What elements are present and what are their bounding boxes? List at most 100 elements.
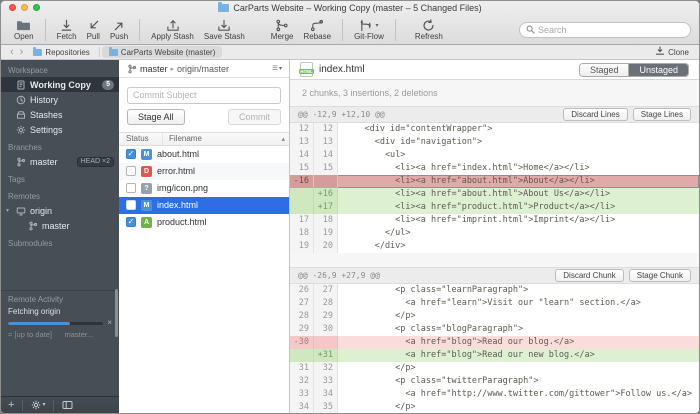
git-flow-button[interactable]: ▾ Git-Flow	[349, 16, 389, 44]
sidebar-item-label: master	[30, 157, 73, 167]
close-window-button[interactable]	[9, 4, 16, 11]
stage-chunk-button[interactable]: Stage Lines	[633, 108, 691, 121]
diff-row[interactable]: 1313 <div id="navigation">	[290, 136, 699, 149]
actions-gear-button[interactable]: ▾	[31, 400, 45, 411]
sidebar-item-master[interactable]: master	[1, 218, 119, 233]
diff-row[interactable]: 1515 <li><a href="index.html">Home</a></…	[290, 162, 699, 175]
file-row-img-icon-png[interactable]: ?img/icon.png	[119, 180, 289, 197]
filename-column-header[interactable]: Filename	[163, 134, 281, 143]
diff-row[interactable]: 1920 </div>	[290, 240, 699, 253]
diff-row[interactable]: -30 <a href="blog">Read our blog.</a>	[290, 336, 699, 349]
disclosure-triangle-icon[interactable]: ▾	[6, 207, 9, 214]
diff-row[interactable]: 1212 <div id="contentWrapper">	[290, 123, 699, 136]
search-input[interactable]	[538, 25, 684, 35]
push-button[interactable]: Push	[105, 16, 133, 44]
new-line-number: 30	[314, 323, 338, 336]
rebase-button[interactable]: Rebase	[298, 16, 336, 44]
diff-row[interactable]: 3233 <p class="twitterParagraph">	[290, 375, 699, 388]
old-line-number: 29	[290, 323, 314, 336]
sidebar-scrollbar[interactable]	[115, 289, 118, 337]
breadcrumb-repositories-label: Repositories	[45, 48, 89, 57]
stage-checkbox[interactable]	[126, 200, 136, 210]
sidebar-item-label: History	[30, 95, 114, 105]
sidebar-footer: + ▾	[1, 396, 119, 413]
diff-row[interactable]: 3132 </p>	[290, 362, 699, 375]
search-box[interactable]	[519, 22, 691, 38]
stage-checkbox[interactable]: ✓	[126, 149, 136, 159]
diff-row[interactable]: +31 <a href="blog">Read our new blog.</a…	[290, 349, 699, 362]
sidebar-item-master[interactable]: masterHEAD ×2	[1, 154, 119, 169]
window-title-wrap: CarParts Website – Working Copy (master …	[218, 3, 481, 13]
open-button[interactable]: Open	[9, 16, 39, 44]
unstaged-tab[interactable]: Unstaged	[628, 64, 688, 76]
minimize-window-button[interactable]	[21, 4, 28, 11]
status-badge: ?	[141, 183, 152, 194]
forward-button[interactable]: ›	[17, 47, 27, 57]
status-column-header[interactable]: Status	[119, 133, 163, 145]
commit-subject-wrap	[119, 78, 289, 109]
branch-status-bar: master ▸ origin/master ≡▾	[119, 60, 289, 78]
refresh-button[interactable]: Refresh	[410, 16, 448, 44]
rebase-label: Rebase	[303, 32, 331, 41]
diff-row[interactable]: -16 <li><a href="about.html">About</a></…	[290, 175, 699, 188]
file-row-about-html[interactable]: ✓Mabout.html	[119, 146, 289, 163]
branch-icon	[27, 220, 38, 231]
diff-row[interactable]: 1819 </ul>	[290, 227, 699, 240]
commit-button[interactable]: Commit	[228, 109, 281, 125]
merge-button[interactable]: Merge	[266, 16, 299, 44]
sidebar-item-origin[interactable]: ▾origin	[1, 203, 119, 218]
sidebar-item-working-copy[interactable]: Working Copy5	[1, 77, 119, 92]
html-file-icon: HTML	[300, 62, 313, 77]
code-line: <a href="http://www.twitter.com/gittower…	[338, 388, 699, 401]
diff-row[interactable]: 2627 <p class="learnParagraph">	[290, 284, 699, 297]
old-line-number: 17	[290, 214, 314, 227]
diff-row[interactable]: +16 <li><a href="about.html">About Us</a…	[290, 188, 699, 201]
diff-row[interactable]: 2930 <p class="blogParagraph">	[290, 323, 699, 336]
discard-chunk-button[interactable]: Discard Lines	[563, 108, 627, 121]
file-row-error-html[interactable]: Derror.html	[119, 163, 289, 180]
diff-row[interactable]: 2829 </p>	[290, 310, 699, 323]
new-line-number: +31	[314, 349, 338, 362]
list-view-menu[interactable]: ≡▾	[272, 63, 282, 74]
old-line-number: 26	[290, 284, 314, 297]
sidebar-item-history[interactable]: History	[1, 92, 119, 107]
stage-checkbox[interactable]	[126, 183, 136, 193]
old-line-number	[290, 201, 314, 214]
stage-chunk-button[interactable]: Stage Chunk	[629, 269, 691, 282]
diff-row[interactable]: 1414 <ul>	[290, 149, 699, 162]
sidebar: WorkspaceWorking Copy5HistoryStashesSett…	[1, 60, 119, 413]
stage-all-button[interactable]: Stage All	[127, 109, 185, 125]
clone-button[interactable]: Clone	[651, 46, 693, 58]
cancel-fetch-button[interactable]: ×	[107, 319, 112, 327]
breadcrumb-repositories[interactable]: Repositories	[26, 46, 96, 58]
diff-chunk-1: @@ -12,9 +12,10 @@Discard LinesStage Lin…	[290, 106, 699, 253]
breadcrumb-current-repo[interactable]: CarParts Website (master)	[102, 46, 223, 58]
diff-row[interactable]: 1718 <li><a href="imprint.html">Imprint<…	[290, 214, 699, 227]
staged-tab[interactable]: Staged	[580, 64, 629, 76]
zoom-window-button[interactable]	[33, 4, 40, 11]
diff-row[interactable]: 3334 <a href="http://www.twitter.com/git…	[290, 388, 699, 401]
pull-icon	[87, 18, 100, 32]
commit-subject-input[interactable]	[127, 87, 281, 104]
stage-checkbox[interactable]	[126, 166, 136, 176]
sidebar-item-stashes[interactable]: Stashes	[1, 107, 119, 122]
pull-button[interactable]: Pull	[82, 16, 105, 44]
discard-chunk-button[interactable]: Discard Chunk	[555, 269, 623, 282]
search-icon	[526, 21, 535, 39]
sidebar-item-settings[interactable]: Settings	[1, 122, 119, 137]
commit-panel: master ▸ origin/master ≡▾ Stage All Comm…	[119, 60, 290, 413]
save-stash-button[interactable]: Save Stash	[199, 16, 250, 44]
add-repository-button[interactable]: +	[8, 400, 14, 411]
diff-row[interactable]: +17 <li><a href="product.html">Product</…	[290, 201, 699, 214]
back-button[interactable]: ‹	[7, 47, 17, 57]
file-row-product-html[interactable]: ✓Aproduct.html	[119, 214, 289, 231]
view-toggle-button[interactable]	[62, 400, 73, 410]
diff-row[interactable]: 3435 </p>	[290, 401, 699, 413]
apply-stash-button[interactable]: Apply Stash	[146, 16, 199, 44]
diff-row[interactable]: 2728 <a href="learn">Visit our "learn" s…	[290, 297, 699, 310]
file-row-index-html[interactable]: Mindex.html	[119, 197, 289, 214]
stage-checkbox[interactable]: ✓	[126, 217, 136, 227]
chunk-buttons: Discard Chunk Stage Chunk	[555, 269, 691, 282]
fetch-button[interactable]: Fetch	[52, 16, 82, 44]
diff-header: HTML index.html Staged Unstaged	[290, 60, 699, 80]
